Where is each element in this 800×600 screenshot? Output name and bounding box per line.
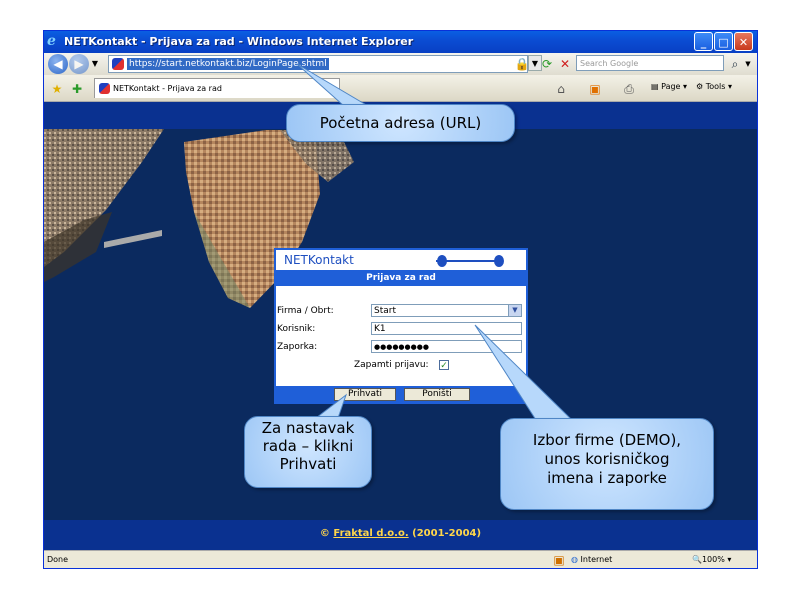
continue-callout-line: Za nastavak — [261, 419, 355, 437]
select-callout: Izbor firme (DEMO), unos korisničkog ime… — [500, 418, 714, 510]
select-callout-line: Izbor firme (DEMO), — [532, 431, 682, 449]
select-callout-line: unos korisničkog — [544, 450, 670, 468]
url-callout: Početna adresa (URL) — [286, 104, 515, 142]
continue-callout-line: rada – klikni — [262, 437, 354, 455]
url-callout-pointer — [296, 63, 370, 107]
continue-callout-pointer — [314, 393, 348, 419]
callout-pointers — [296, 63, 574, 421]
select-callout-line: imena i zaporke — [547, 469, 667, 487]
continue-callout: Za nastavak rada – klikni Prihvati — [244, 416, 372, 488]
continue-callout-line: Prihvati — [279, 455, 337, 473]
select-callout-pointer — [474, 324, 574, 421]
